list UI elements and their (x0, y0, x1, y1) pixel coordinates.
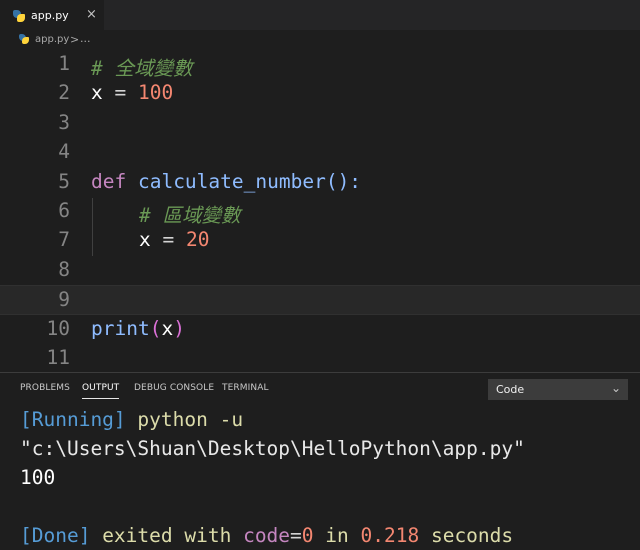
bottom-panel: PROBLEMS OUTPUT DEBUG CONSOLE TERMINAL C… (0, 372, 640, 550)
output-channel-value: Code (496, 383, 525, 396)
exited-with-text: exited with (90, 524, 244, 547)
code-parens: (): (325, 169, 362, 193)
code-operator: = (102, 81, 138, 105)
output-line-done: [Done] exited with code=0 in 0.218 secon… (20, 521, 635, 550)
run-command: python -u (125, 408, 244, 431)
code-bracket: ) (173, 316, 185, 340)
done-tag: [Done] (20, 524, 91, 547)
code-line[interactable]: 7 x = 20 (0, 226, 640, 255)
code-function-name: calculate_number (126, 169, 326, 193)
line-number: 1 (58, 52, 70, 75)
script-path: "c:\Users\Shuan\Desktop\HelloPython\app.… (20, 437, 525, 460)
close-tab-icon[interactable]: × (86, 8, 97, 22)
code-line[interactable]: 6 # 區域變數 (0, 197, 640, 227)
tab-problems[interactable]: PROBLEMS (20, 383, 70, 393)
breadcrumb: app.py > ... (0, 30, 640, 52)
code-line[interactable]: 3 (0, 109, 640, 138)
code-line[interactable]: 2 x = 100 (0, 79, 640, 108)
chevron-down-icon: ⌄ (610, 381, 621, 395)
line-number: 7 (58, 228, 70, 252)
breadcrumb-file[interactable]: app.py (35, 34, 69, 45)
output-line-running: [Running] python -u (20, 405, 635, 434)
code-line[interactable]: 11 (0, 344, 640, 373)
exit-code-label: code (243, 524, 291, 547)
line-number: 9 (58, 288, 70, 312)
breadcrumb-symbols[interactable]: ... (80, 32, 91, 45)
python-file-icon (19, 34, 29, 44)
in-text: in (313, 524, 361, 547)
code-comment: # 全域變數 (91, 57, 193, 80)
line-number: 5 (58, 169, 70, 193)
code-line[interactable]: 1 # 全域變數 (0, 50, 640, 80)
code-variable: x (139, 228, 151, 252)
code-function-call: print (91, 316, 150, 340)
line-number: 10 (46, 316, 70, 340)
program-result: 100 (20, 466, 56, 489)
code-bracket: ( (149, 316, 162, 340)
tab-terminal[interactable]: TERMINAL (222, 383, 269, 393)
code-line[interactable]: 10 print(x) (0, 315, 640, 344)
tab-output[interactable]: OUTPUT (82, 383, 120, 399)
tab-app-py[interactable]: app.py × (0, 0, 104, 30)
line-number: 6 (58, 199, 70, 222)
elapsed-seconds: 0.218 (360, 524, 420, 547)
exit-code-equals: = (290, 524, 302, 547)
code-number: 20 (185, 228, 210, 252)
tab-debug-console[interactable]: DEBUG CONSOLE (134, 383, 214, 393)
output-line-path: "c:\Users\Shuan\Desktop\HelloPython\app.… (20, 434, 635, 463)
output-log: [Running] python -u "c:\Users\Shuan\Deskt… (20, 405, 635, 550)
output-channel-select[interactable]: Code ⌄ (488, 379, 628, 400)
code-editor[interactable]: 1 # 全域變數 2 x = 100 3 4 5 def calculate_n… (0, 50, 640, 372)
line-number: 2 (58, 81, 70, 105)
code-operator: = (150, 228, 186, 252)
running-tag: [Running] (20, 408, 126, 431)
code-line[interactable]: 8 (0, 256, 640, 285)
code-comment: # 區域變數 (139, 204, 241, 227)
code-line[interactable]: 4 (0, 138, 640, 167)
tab-label: app.py (31, 9, 69, 22)
code-variable: x (91, 81, 103, 105)
line-number: 4 (58, 140, 70, 164)
seconds-text: seconds (419, 524, 514, 547)
line-number: 3 (58, 110, 70, 134)
editor-tab-bar: app.py × (0, 0, 640, 30)
code-argument: x (161, 316, 174, 340)
code-keyword: def (91, 169, 127, 193)
line-number: 8 (58, 257, 70, 281)
line-number: 11 (46, 346, 70, 369)
exit-code-value: 0 (301, 524, 314, 547)
python-file-icon (13, 10, 25, 22)
output-line-result: 100 (20, 463, 635, 492)
code-number: 100 (137, 81, 174, 105)
code-line[interactable]: 5 def calculate_number(): (0, 168, 640, 197)
chevron-right-icon: > (70, 33, 80, 46)
panel-tabs: PROBLEMS OUTPUT DEBUG CONSOLE TERMINAL C… (0, 373, 640, 403)
code-line-current[interactable]: 9 (0, 285, 640, 315)
output-line-blank (20, 492, 635, 521)
